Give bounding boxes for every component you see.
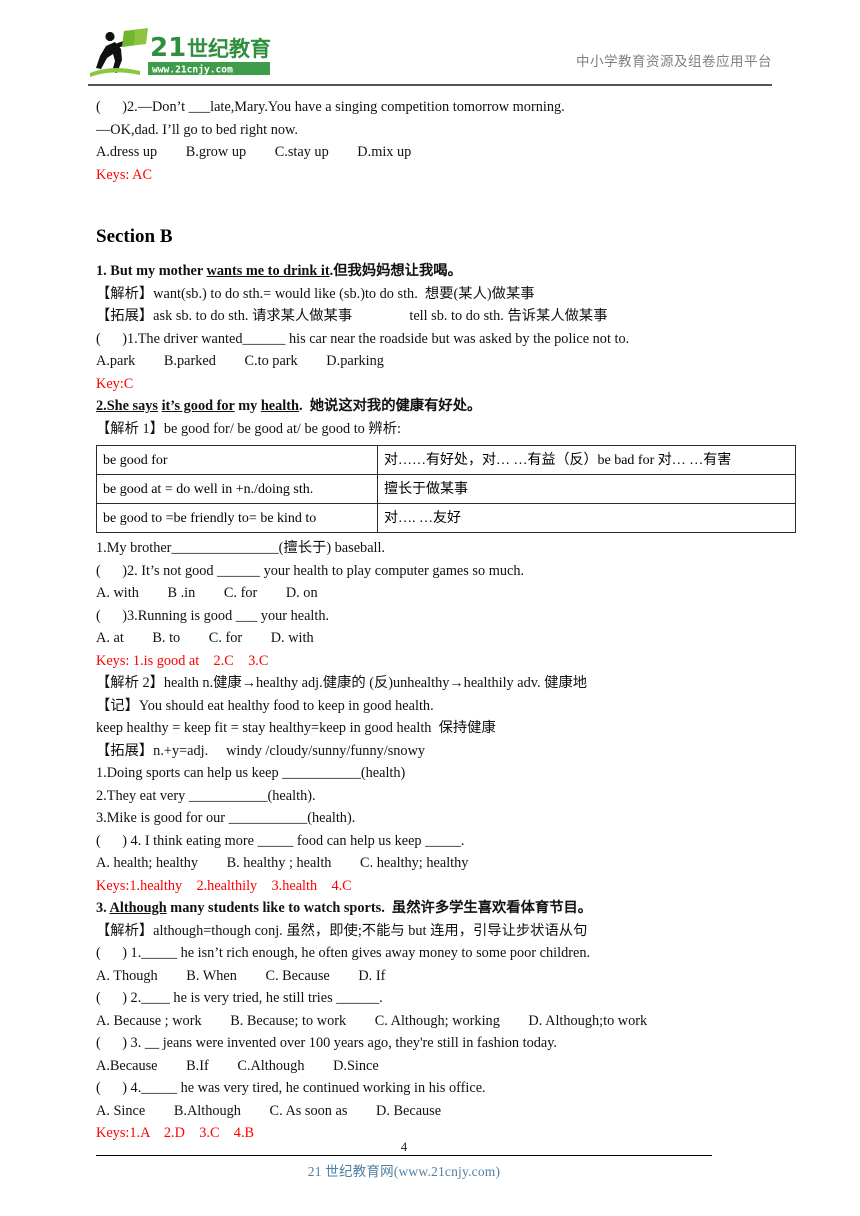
item2-heading-underlined-1: it’s good for xyxy=(161,398,235,414)
item2-heading: 2.She says it’s good for my health. 她说这对… xyxy=(96,395,776,418)
item3-question-3: ( ) 3. __ jeans were invented over 100 y… xyxy=(96,1035,558,1051)
item3-question-4: ( ) 4._____ he was very tired, he contin… xyxy=(96,1080,486,1096)
item2-question-4-options: A. health; healthy B. healthy ; health C… xyxy=(96,855,469,871)
document-content: ( )2.—Don’t ___late,Mary.You have a sing… xyxy=(96,96,796,1145)
item1-extension: 【拓展】ask sb. to do sth. 请求某人做某事 tell sb. … xyxy=(96,308,608,324)
item2-practice-4: 3.Mike is good for our ___________(healt… xyxy=(96,810,356,826)
item3-question-2-options: A. Because ; work B. Because; to work C.… xyxy=(96,1012,648,1029)
item2-keys-1: Keys: 1.is good at 2.C 3.C xyxy=(96,652,269,669)
header-divider xyxy=(88,84,772,86)
table-cell-term: be good at = do well in +n./doing sth. xyxy=(96,474,378,504)
item3-analysis: 【解析】although=though conj. 虽然，即使;不能与 but … xyxy=(96,922,588,939)
item2-keys-2: Keys:1.healthy 2.healthily 3.health 4.C xyxy=(96,877,352,894)
item2-question-4: ( ) 4. I think eating more _____ food ca… xyxy=(96,832,465,849)
logo-brand-cn: 世纪教育 xyxy=(187,37,271,61)
grammar-comparison-table: be good for 对……有好处，对… …有益（反）be bad for 对… xyxy=(96,445,796,533)
item2-question-3: ( )3.Running is good ___ your health. xyxy=(96,607,330,624)
question-options: A.dress up B.grow up C.stay up D.mix up xyxy=(96,144,412,160)
table-row: be good for 对……有好处，对… …有益（反）be bad for 对… xyxy=(96,445,796,475)
item2-extension: 【拓展】n.+y=adj. windy /cloudy/sunny/funny/… xyxy=(96,742,426,759)
answer-keys: Keys: AC xyxy=(96,166,153,183)
item3-heading-b: many students like to watch sports. 虽然许多… xyxy=(166,900,593,916)
logo-url: www.21cnjy.com xyxy=(152,64,233,76)
item2-question-3-options: A. at B. to C. for D. with xyxy=(96,630,314,646)
item2-memo: 【记】You should eat healthy food to keep i… xyxy=(96,697,434,714)
footer-divider xyxy=(96,1155,712,1156)
item3-heading-underlined: Although xyxy=(109,900,167,916)
item2-analysis-2: 【解析 2】health n.健康→healthy adj.健康的 (反)unh… xyxy=(96,675,588,691)
item1-heading-underlined: wants me to drink it xyxy=(206,263,330,279)
page-number: 4 xyxy=(400,1139,408,1154)
item2-heading-b: . 她说这对我的健康有好处。 xyxy=(299,398,482,414)
item1-question-1: ( )1.The driver wanted______ his car nea… xyxy=(96,330,630,347)
table-row: be good at = do well in +n./doing sth. 擅… xyxy=(96,474,796,504)
book-icon xyxy=(122,28,148,47)
item3-question-1: ( ) 1._____ he isn’t rich enough, he oft… xyxy=(96,945,591,961)
item1-analysis: 【解析】want(sb.) to do sth.= would like (sb… xyxy=(96,285,535,302)
item2-memo-2: keep healthy = keep fit = stay healthy=k… xyxy=(96,720,496,736)
item3-question-2: ( ) 2.____ he is very tried, he still tr… xyxy=(96,990,383,1006)
item2-heading-underlined-2: health xyxy=(260,398,299,414)
table-cell-term: be good for xyxy=(96,445,378,475)
item1-heading-b: .但我妈妈想让我喝。 xyxy=(329,263,462,279)
item2-heading-a: 2.She says xyxy=(96,398,158,414)
table-cell-meaning: 擅长于做某事 xyxy=(377,474,796,504)
document-page: 21 世纪教育 www.21cnjy.com 中小学教育资源及组卷应用平台 ( … xyxy=(0,0,860,1216)
item2-practice-1: 1.My brother_______________(擅长于) basebal… xyxy=(96,540,386,556)
running-person-icon xyxy=(96,31,127,73)
item1-heading-a: 1. But my mother xyxy=(96,263,207,279)
table-cell-term: be good to =be friendly to= be kind to xyxy=(96,503,378,533)
item2-question-2: ( )2. It’s not good ______ your health t… xyxy=(96,562,525,579)
item3-question-4-options: A. Since B.Although C. As soon as D. Bec… xyxy=(96,1102,442,1119)
item1-key: Key:C xyxy=(96,375,134,392)
page-header: 21 世纪教育 www.21cnjy.com 中小学教育资源及组卷应用平台 xyxy=(88,28,772,86)
item3-question-3-options: A.Because B.If C.Although D.Since xyxy=(96,1057,379,1074)
item1-heading: 1. But my mother wants me to drink it.但我… xyxy=(96,260,776,283)
21cnjy-logo: 21 世纪教育 www.21cnjy.com xyxy=(88,28,288,80)
footer-site-label: 21 世纪教育网(www.21cnjy.com) xyxy=(307,1164,501,1179)
item3-heading: 3. Although many students like to watch … xyxy=(96,897,776,920)
table-cell-meaning: 对…. …友好 xyxy=(377,503,796,533)
header-tagline: 中小学教育资源及组卷应用平台 xyxy=(576,54,772,70)
item3-heading-a: 3. xyxy=(96,900,110,916)
question-stem: ( )2.—Don’t ___late,Mary.You have a sing… xyxy=(96,99,565,115)
item2-analysis-1: 【解析 1】be good for/ be good at/ be good t… xyxy=(96,420,401,437)
logo-number: 21 xyxy=(150,33,186,63)
item2-heading-mid: my xyxy=(234,398,261,414)
item2-practice-3: 2.They eat very ___________(health). xyxy=(96,787,316,804)
item2-question-2-options: A. with B .in C. for D. on xyxy=(96,585,318,601)
item2-practice-2: 1.Doing sports can help us keep ________… xyxy=(96,765,406,781)
page-footer: 4 21 世纪教育网(www.21cnjy.com) xyxy=(96,1140,712,1180)
item1-question-1-options: A.park B.parked C.to park D.parking xyxy=(96,353,384,369)
question-reply: —OK,dad. I’ll go to bed right now. xyxy=(96,121,298,138)
table-row: be good to =be friendly to= be kind to 对… xyxy=(96,503,796,533)
item3-question-1-options: A. Though B. When C. Because D. If xyxy=(96,967,386,984)
table-cell-meaning: 对……有好处，对… …有益（反）be bad for 对… …有害 xyxy=(377,445,796,475)
section-title: Section B xyxy=(96,226,173,247)
